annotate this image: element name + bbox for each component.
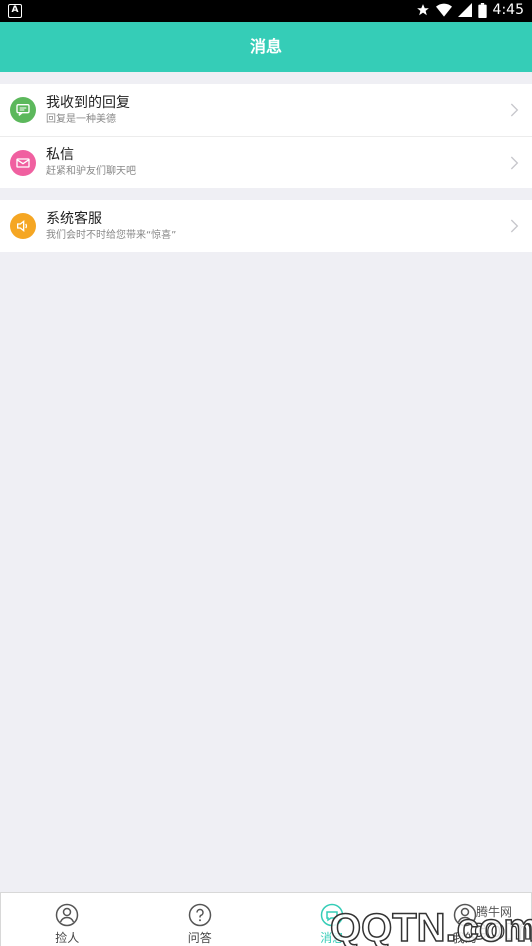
replies-title: 我收到的回复 [46,94,130,111]
tab-mine[interactable]: 我的 [399,893,532,946]
question-icon [188,903,211,927]
system-service-texts: 系统客服 我们会时不时给您带来“惊喜” [46,210,176,243]
system-service-subtitle: 我们会时不时给您带来“惊喜” [46,229,177,241]
star-icon [416,4,429,16]
status-right: 4:45 [416,2,524,18]
list-item-system-service[interactable]: 系统客服 我们会时不时给您带来“惊喜” [0,200,532,252]
battery-icon [477,2,487,18]
chevron-right-icon [510,103,519,117]
tab-qa[interactable]: 问答 [134,893,267,946]
wifi-icon [435,3,452,17]
private-messages-title: 私信 [46,147,74,163]
message-icon [321,903,344,927]
page-title: 消息 [249,37,282,56]
status-time: 4:45 [492,2,524,18]
message-list: 我收到的回复 回复是一种美德 私信 赶紧和驴友们聊天吧 [0,84,532,188]
tab-label: 问答 [187,931,212,945]
tab-label: 我的 [452,931,477,945]
person-icon [56,903,79,927]
chevron-right-icon [510,219,519,233]
system-service-icon-badge [10,213,36,239]
private-messages-texts: 私信 赶紧和驴友们聊天吧 [46,146,136,179]
system-service-title: 系统客服 [46,210,102,227]
private-messages-subtitle: 赶紧和驴友们聊天吧 [46,166,136,177]
replies-icon-badge [10,97,36,123]
envelope-icon [16,157,30,168]
cell-signal-icon [457,3,472,17]
bottom-tab-bar: 捡人 问答 消息 我的 [0,892,532,946]
private-messages-icon-badge [10,149,36,176]
list-item-replies[interactable]: 我收到的回复 回复是一种美德 [0,84,532,136]
service-list: 系统客服 我们会时不时给您带来“惊喜” [0,200,532,252]
tab-pick-people[interactable]: 捡人 [1,893,134,946]
list-item-private-messages[interactable]: 私信 赶紧和驴友们聊天吧 [0,136,532,188]
replies-texts: 我收到的回复 回复是一种美德 [46,94,130,127]
speaker-icon [17,219,28,233]
chevron-right-icon [510,156,519,170]
tab-label: 消息 [320,931,345,945]
tab-messages[interactable]: 消息 [266,893,399,946]
app-header: 消息 [0,22,532,72]
chat-bubble-icon [16,104,30,116]
status-bar: A 4:45 [0,0,532,22]
tab-label: 捡人 [55,931,80,945]
app-notification-icon: A [8,4,22,18]
replies-subtitle: 回复是一种美德 [46,113,116,125]
profile-icon [453,903,476,927]
